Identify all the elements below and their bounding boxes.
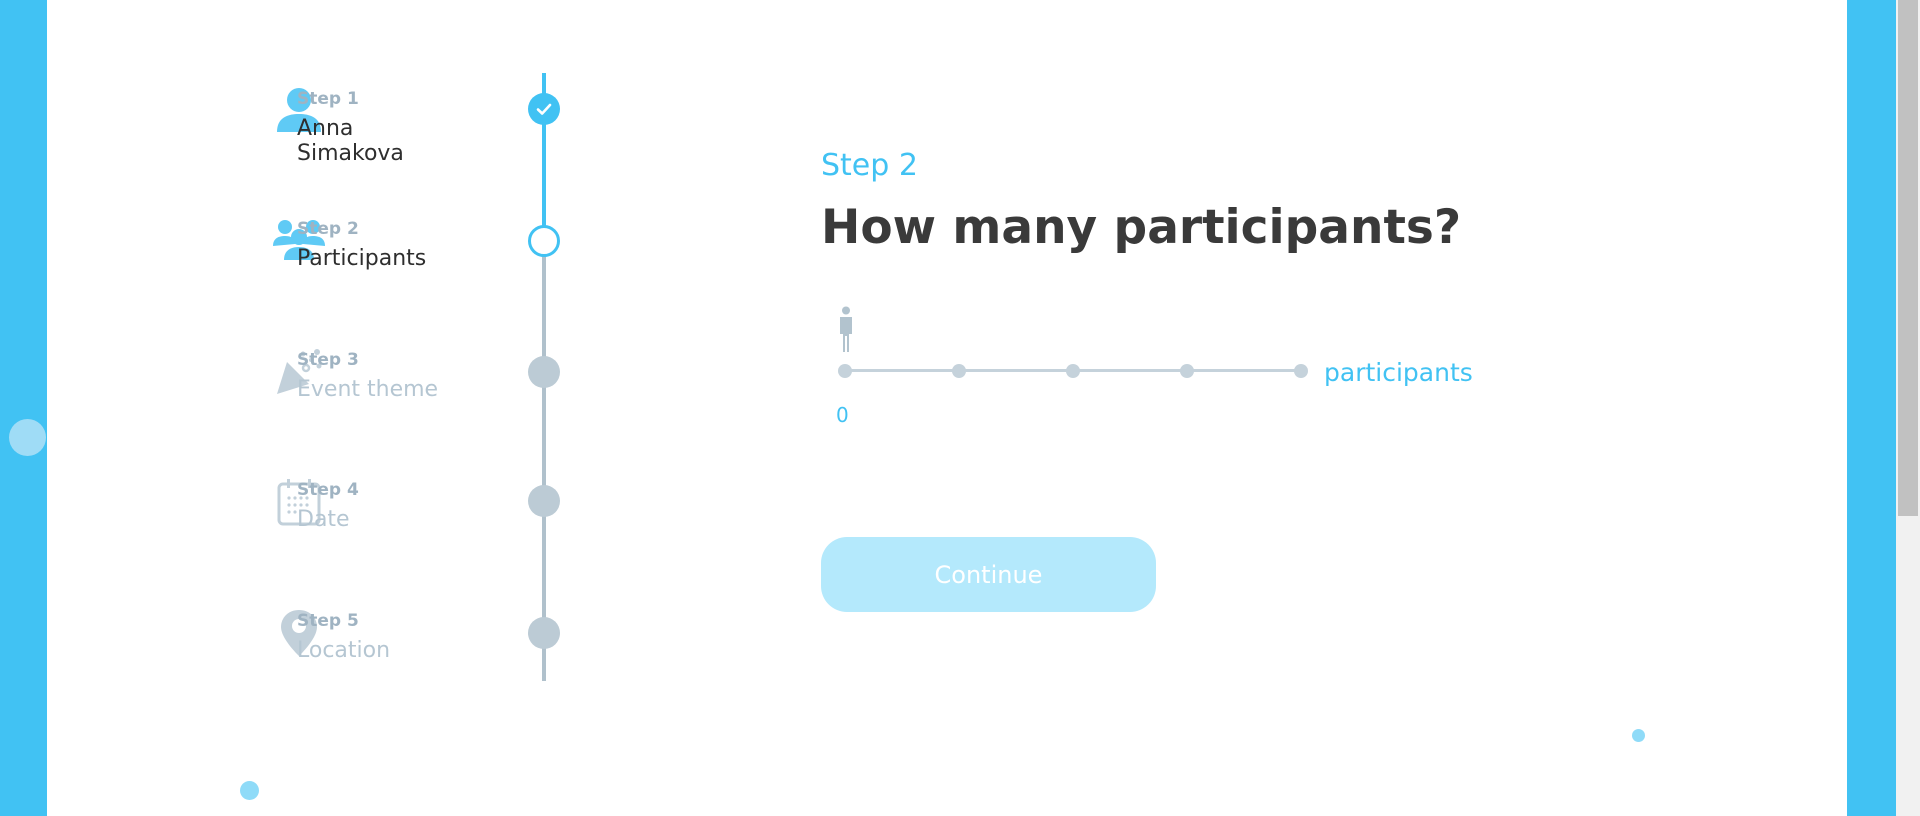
decorative-dot — [240, 781, 259, 800]
scrollbar-thumb[interactable] — [1898, 0, 1918, 516]
step-1-name-last: Simakova — [297, 141, 404, 166]
slider-handle[interactable] — [838, 364, 852, 378]
step-4-label: Step 4 — [297, 480, 359, 500]
step-5-node[interactable] — [528, 617, 560, 649]
participants-unit-label: participants — [1324, 358, 1473, 387]
step-1-label: Step 1 — [297, 89, 359, 109]
step-3-label: Step 3 — [297, 350, 359, 370]
step-2-label: Step 2 — [297, 219, 359, 239]
check-icon — [536, 103, 552, 115]
slider-tick[interactable] — [1180, 364, 1194, 378]
decorative-dot — [1632, 729, 1645, 742]
decorative-dot — [9, 419, 46, 456]
continue-button[interactable]: Continue — [821, 537, 1156, 612]
current-step-label: Step 2 — [821, 148, 918, 183]
person-icon — [836, 306, 856, 354]
slider-tick[interactable] — [1066, 364, 1080, 378]
step-4-name: Date — [297, 507, 350, 532]
participants-value: 0 — [836, 403, 849, 427]
slider-tick[interactable] — [1294, 364, 1308, 378]
step-2-name: Participants — [297, 246, 427, 271]
slider-tick[interactable] — [952, 364, 966, 378]
step-1-name-first: Anna — [297, 116, 354, 141]
page-title: How many participants? — [821, 200, 1462, 255]
step-3-name: Event theme — [297, 377, 439, 402]
scrollbar[interactable] — [1896, 0, 1920, 816]
step-5-name: Location — [297, 638, 391, 663]
step-1-node-completed[interactable] — [528, 93, 560, 125]
step-3-node[interactable] — [528, 356, 560, 388]
step-4-node[interactable] — [528, 485, 560, 517]
rail-line-pending — [542, 241, 546, 681]
step-5-label: Step 5 — [297, 611, 359, 631]
wizard-panel: Step 1 Anna Simakova Step 2 Participants… — [47, 0, 1847, 816]
step-2-node-current[interactable] — [528, 225, 560, 257]
